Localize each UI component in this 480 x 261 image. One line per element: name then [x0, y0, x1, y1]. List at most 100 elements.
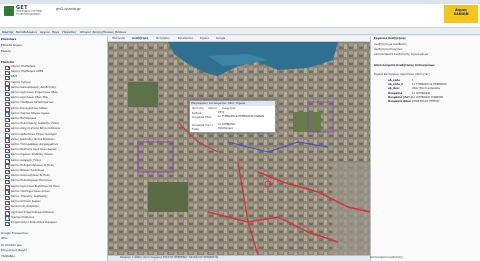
menu-item-positions[interactable]: Πίνακες Θέσεων: [103, 30, 126, 34]
layer-legend-icon: [8, 169, 10, 172]
result-value: 1ο ΓΥΜΝΑΣΙΟ & ΠΕΡΙΒΟΛΟ: [412, 83, 447, 87]
popup-tab-geometry[interactable]: Γεωμετρία: [222, 107, 235, 110]
layer-legend-icon: [8, 133, 10, 136]
map-canvas[interactable]: [108, 42, 370, 255]
results-group[interactable]: Σημεία Κατηγορίας Χρηστικών (Ιδιότητες): [374, 73, 430, 76]
layer-label: Δίκτυο Αναγεννήσεων Σε Πόλη: [11, 174, 50, 178]
layer-label: Δίκτυο Πολεοδομικών Ενοτήτων: [11, 179, 52, 183]
layer-label: Δίκτυο Ύδρευσης Ανάπλασης: [11, 195, 48, 198]
layer-label: Δίκτυο Τοπογραφικών Διαγραμμάτων: [11, 143, 59, 146]
aerial-map: [108, 42, 370, 255]
tool-measure[interactable]: Μετρήσεις: [156, 37, 170, 40]
popup-key: Ονομασία (Λατ.): [192, 124, 213, 127]
layer-label: Δίκτυο Αρδευτικών Έργων Οικισμού: [11, 132, 57, 136]
layer-label: Δίκτυο Χαρτών Οδικών Αγρών: [11, 111, 50, 115]
popup-key: Ονομασία Οδού: [192, 116, 212, 119]
layer-label: Δίκτυο Αγροτικών Οδών ΧΚΑ: [11, 96, 48, 100]
bottom-item-my-layers[interactable]: Οι επιπεδα μου: [1, 243, 22, 247]
popup-key: Κωδικός: [192, 112, 203, 115]
layers-tab[interactable]: Επίπεδα Δήμου: [1, 43, 22, 47]
tool-navigation[interactable]: Πλοήγηση: [112, 37, 125, 40]
tool-print[interactable]: Εκτυπώσεις: [178, 37, 193, 40]
popup-title: Πληροφορίες Αντικειμένου: Οδοί / Σημεία: [190, 101, 275, 106]
layer-legend-icon: [8, 117, 10, 120]
search-section[interactable]: Εύρεση: [1, 49, 11, 53]
result-key: ob_code: [388, 79, 400, 82]
popup-tab-map[interactable]: Χάρτης: [208, 107, 218, 110]
layer-label: Δίκτυο Αποχετευτικού Νότου Κίσσανου: [11, 127, 61, 131]
result-key: ob_code_2: [388, 83, 403, 87]
layer-legend-icon: [8, 195, 10, 198]
layer-label: Δίκτυο Υπαίθριων Καταστημάτων: [11, 101, 54, 105]
layer-legend-icon: [8, 86, 10, 89]
layer-label: Δίκτυο Ποδηλατοδρόμων Σε Πόλη: [11, 163, 54, 167]
menu-item-projects[interactable]: Έργα: [52, 30, 59, 34]
layer-legend-icon: [8, 107, 10, 110]
layer-legend-icon: [8, 221, 10, 224]
layer-legend-icon: [8, 159, 10, 162]
bottom-item-zones[interactable]: Κτηματικές Ζώνες: [1, 248, 27, 252]
layers-panel: Επιπέδων Επίπεδα Δήμου Εύρεση Επίπεδα Χά…: [0, 36, 108, 261]
layer-legend-icon: [8, 123, 10, 125]
municipality-name: Δήμος ΧΑΝΙΩΝ: [453, 8, 469, 16]
layer-label: Δίκτυο Πράσινου Αγροτικών Χωρών: [11, 148, 57, 152]
bottom-item-basemap[interactable]: Υπόβαθρο: [1, 254, 15, 258]
result-key: Ονομασία: [388, 91, 403, 95]
layer-legend-icon: [8, 206, 10, 209]
tool-points[interactable]: Σημεία: [200, 37, 209, 40]
layer-label: Ζώνες Ανάπτυξης Νότου Κίσσανου: [11, 137, 55, 141]
search-results-link[interactable]: Αποτελέσματα Αναζήτησης Αντικειμένων: [374, 53, 428, 56]
layer-label: Χαρτες Τιρήνης: [11, 80, 32, 84]
layer-label: Οικισμοί Κίσσανου: [11, 215, 35, 219]
layer-legend-icon: [8, 180, 10, 183]
layer-label: Δίκτυο Σημείων Σύνθεσης Χώρου: [11, 153, 53, 157]
layer-legend-icon: [8, 143, 10, 146]
search-panel: [370, 36, 480, 261]
layer-legend-icon: [8, 71, 10, 73]
menu-item-metadata[interactable]: Μεταδεδομένα: [16, 30, 37, 34]
bottom-item-roads[interactable]: Οδοί: [1, 236, 8, 240]
layer-legend-icon: [8, 97, 10, 99]
layer-legend-icon: [8, 128, 10, 131]
layer-legend-icon: [8, 201, 10, 203]
result-value: ΑΠΟΣΤΟΛΟΥ ΠΕΤΡΟΥ: [412, 100, 440, 103]
results-title: Αποτελέσματα Αναζήτησης Αντικειμένων: [374, 64, 435, 67]
tool-google[interactable]: Google: [216, 37, 225, 40]
result-key: ob_desc: [388, 87, 400, 91]
layer-legend-icon: [8, 138, 10, 141]
layer-label: Δίκτυο Υποστηρικτικών Ακτών: [11, 189, 50, 193]
layer-label: Χάρτης Πληθυσμού ΑΠΘΚ: [11, 70, 44, 74]
site-url[interactable]: gis2.chania.gr: [56, 7, 81, 11]
layer-legend-icon: [8, 185, 10, 188]
layer-label: Αγροτικά Κτηματολόγια Κίσσανου: [11, 210, 55, 214]
coordinates-readout: Κλίμακα: 1:4000 | Συντεταγμένες ΕΓΣΑ 87 …: [120, 256, 219, 259]
search-elements[interactable]: Αναζήτηση Στοιχείων: [374, 48, 402, 51]
popup-value: Πεζόδρομος: [218, 127, 234, 130]
layer-legend-icon: [8, 112, 10, 115]
layers-panel-title: Επιπέδων: [1, 37, 17, 41]
result-value: 1o GYMNASIO: [412, 91, 430, 95]
layer-legend-icon: [8, 81, 10, 84]
layers-section-title: Επίπεδα: [1, 60, 14, 64]
layer-label: Δίκτυο Κοινοχρήστων Κάδων: [11, 106, 48, 110]
layer-legend-icon: [8, 91, 10, 94]
layer-label: Δίκτυο Αστικών Χώρων: [11, 200, 41, 204]
layer-label: Δίκτυο Πεζοδρόμων: [11, 117, 37, 120]
layer-legend-icon: [8, 154, 10, 157]
bottom-item-google[interactable]: Google Στρωμάτων: [1, 231, 29, 235]
menu-item-files[interactable]: Αρχεία: [40, 30, 50, 34]
layer-legend-icon: [8, 65, 10, 68]
layer-label: Δίκτυο Αναψυχής Πόλης: [11, 158, 42, 162]
result-value: 1: [412, 79, 414, 82]
layer-legend-icon: [8, 175, 10, 177]
layer-legend-icon: [8, 211, 10, 214]
layer-legend-icon: [8, 149, 10, 151]
tool-search[interactable]: Αναζήτηση: [132, 37, 148, 40]
popup-value: 1ο ΓΥΜΝΑΣΙΟ & ΠΕΡΙΒΟΛΟΝ ΧΑΝΙΩΝ: [218, 115, 264, 118]
menu-item-map[interactable]: Χάρτης: [2, 30, 14, 34]
menu-item-help[interactable]: Οδηγίες Χρήσης: [80, 30, 103, 34]
search-by-address[interactable]: Αναζήτηση με Διεύθυνση: [374, 43, 407, 46]
menu-item-services[interactable]: Υπηρεσίες: [62, 30, 76, 34]
popup-tab-properties[interactable]: Ιδιότητες: [192, 107, 204, 110]
result-value: 1o GYMNASIO CHANION: [412, 95, 443, 99]
